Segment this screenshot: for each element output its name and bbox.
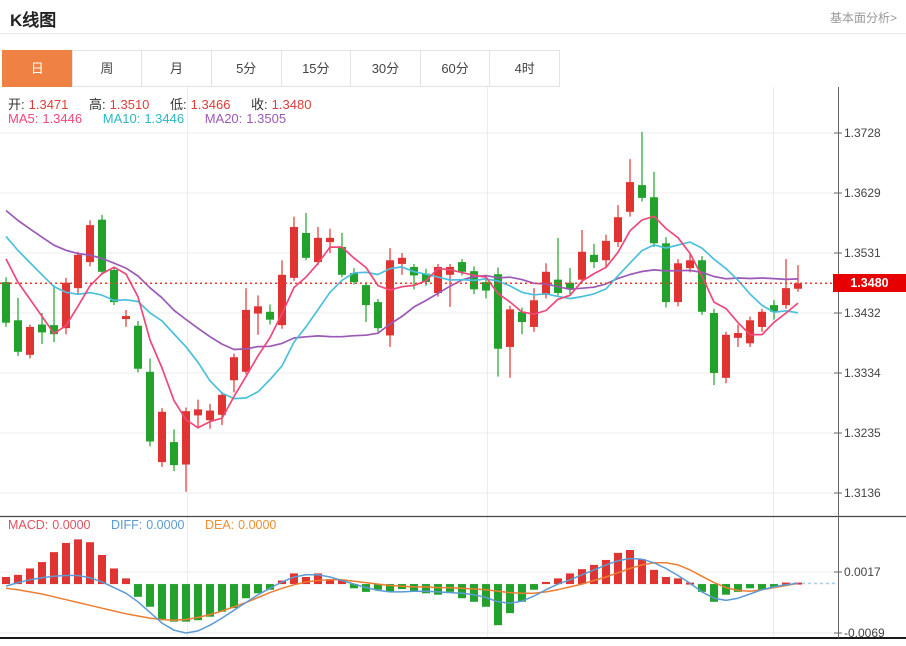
svg-text:1.3235: 1.3235: [844, 426, 881, 440]
candlestick-chart[interactable]: 1.3728 1.3629 1.3531 1.3432 1.3334 1.3235 1.31…: [0, 0, 906, 646]
current-price-badge: 1.3480: [833, 274, 906, 292]
svg-text:1.3136: 1.3136: [844, 486, 881, 500]
svg-text:-0.0069: -0.0069: [844, 626, 885, 640]
svg-text:1.3432: 1.3432: [844, 306, 881, 320]
svg-text:1.3531: 1.3531: [844, 246, 881, 260]
svg-text:1.3728: 1.3728: [844, 126, 881, 140]
svg-text:1.3629: 1.3629: [844, 186, 881, 200]
svg-text:1.3334: 1.3334: [844, 366, 881, 380]
svg-text:0.0017: 0.0017: [844, 565, 881, 579]
